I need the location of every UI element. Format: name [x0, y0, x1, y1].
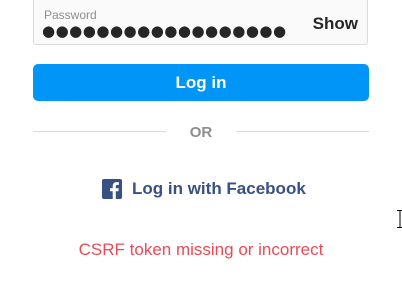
facebook-icon — [102, 179, 122, 199]
show-password-button[interactable]: Show — [313, 14, 358, 34]
facebook-login-label: Log in with Facebook — [132, 179, 306, 198]
divider-line-left — [33, 131, 166, 132]
divider-line-right — [236, 131, 369, 132]
login-form: Password ●●●●●●●●●●●●●●●●●● Show Log in … — [0, 0, 402, 296]
login-with-facebook-button[interactable]: Log in with Facebook — [102, 178, 306, 200]
divider-or-text: OR — [189, 124, 213, 141]
error-message: CSRF token missing or incorrect — [78, 240, 324, 259]
password-value[interactable]: ●●●●●●●●●●●●●●●●●● — [42, 22, 287, 40]
password-label: Password — [44, 8, 97, 22]
text-cursor-icon — [397, 210, 402, 228]
password-field[interactable]: Password ●●●●●●●●●●●●●●●●●● Show — [33, 0, 368, 45]
login-button[interactable]: Log in — [33, 64, 369, 101]
